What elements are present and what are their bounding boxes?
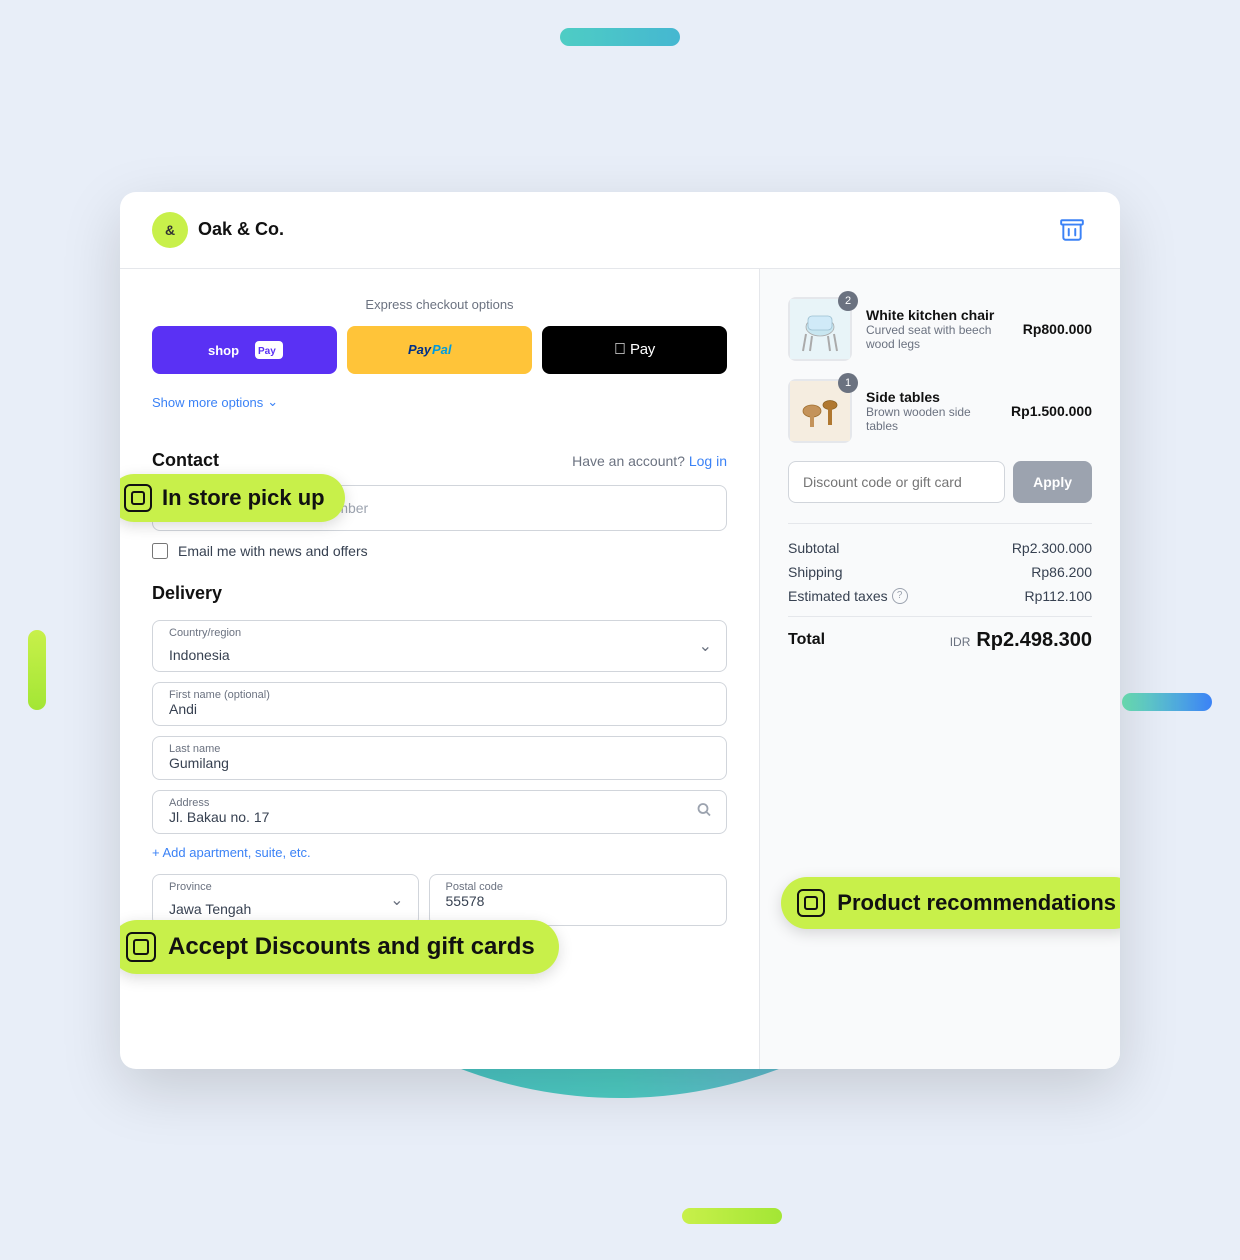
taxes-value: Rp112.100 — [1025, 588, 1092, 604]
logo-area: & Oak & Co. — [152, 212, 284, 248]
log-in-link[interactable]: Log in — [689, 453, 727, 469]
first-name-label: First name (optional) — [169, 689, 710, 701]
item-image-wrapper-1: 2 — [788, 297, 852, 361]
last-name-input[interactable] — [169, 755, 710, 771]
cart-icon[interactable] — [1056, 214, 1088, 246]
shipping-row: Shipping Rp86.200 — [788, 564, 1092, 580]
address-field[interactable]: Address — [152, 790, 727, 834]
order-item-2: 1 Side tables Brown wooden side tables R… — [788, 379, 1092, 443]
express-buttons: shop Pay Pay Pal  Pay — [152, 326, 727, 374]
first-name-input[interactable] — [169, 701, 710, 717]
postal-input[interactable] — [446, 893, 711, 909]
shop-pay-button[interactable]: shop Pay — [152, 326, 337, 374]
deco-bar-top — [560, 28, 680, 46]
chevron-down-icon: ⌄ — [699, 636, 712, 656]
item-details-2: Side tables Brown wooden side tables — [866, 389, 997, 433]
svg-text:Pal: Pal — [432, 342, 452, 357]
taxes-label: Estimated taxes ? — [788, 588, 908, 604]
logo-text: Oak & Co. — [198, 219, 284, 240]
item-quantity-badge-2: 1 — [838, 373, 858, 393]
svg-text:Pay: Pay — [258, 346, 276, 357]
total-amount: Rp2.498.300 — [976, 629, 1092, 652]
email-news-label: Email me with news and offers — [178, 543, 368, 559]
delivery-title: Delivery — [152, 583, 727, 604]
checkout-page: & Oak & Co. Express checkout options sho… — [120, 192, 1120, 1069]
contact-header: Contact Have an account? Log in — [152, 450, 727, 471]
have-account-text: Have an account? Log in — [572, 453, 727, 469]
total-label: Total — [788, 631, 825, 649]
postal-field[interactable]: Postal code — [429, 874, 728, 926]
item-name-1: White kitchen chair — [866, 307, 1009, 323]
apple-pay-button[interactable]:  Pay — [542, 326, 727, 374]
contact-title: Contact — [152, 450, 219, 471]
shipping-value: Rp86.200 — [1031, 564, 1092, 580]
email-news-row: Email me with news and offers — [152, 543, 727, 559]
in-store-label: In store pick up — [162, 485, 325, 511]
province-select[interactable]: Province Jawa Tengah ⌄ — [152, 874, 419, 926]
deco-bar-left — [28, 630, 46, 710]
province-label: Province — [169, 881, 212, 893]
product-rec-label: Product recommendations — [837, 890, 1116, 916]
postal-label: Postal code — [446, 881, 711, 893]
chevron-down-icon: ⌄ — [390, 890, 403, 910]
shipping-label: Shipping — [788, 564, 843, 580]
add-apartment-link[interactable]: + Add apartment, suite, etc. — [152, 845, 311, 860]
paypal-button[interactable]: Pay Pal — [347, 326, 532, 374]
last-name-label: Last name — [169, 743, 710, 755]
search-icon — [696, 802, 712, 823]
total-currency: IDR — [950, 635, 971, 649]
main-layout: Express checkout options shop Pay Pay Pa… — [120, 269, 1120, 1069]
discount-row: Apply — [788, 461, 1092, 503]
left-panel: Express checkout options shop Pay Pay Pa… — [120, 269, 760, 1069]
discount-input[interactable] — [788, 461, 1005, 503]
delivery-section: Delivery Country/region Indonesia ⌄ Firs… — [152, 583, 727, 967]
logo-icon: & — [152, 212, 188, 248]
in-store-pickup-badge[interactable]: In store pick up — [120, 474, 345, 522]
total-value-group: IDR Rp2.498.300 — [950, 629, 1092, 652]
item-price-1: Rp800.000 — [1023, 321, 1092, 337]
item-details-1: White kitchen chair Curved seat with bee… — [866, 307, 1009, 351]
svg-text:Pay: Pay — [408, 342, 432, 357]
item-price-2: Rp1.500.000 — [1011, 403, 1092, 419]
subtotal-row: Subtotal Rp2.300.000 — [788, 540, 1092, 556]
express-checkout-label: Express checkout options — [152, 297, 727, 312]
address-label: Address — [169, 797, 710, 809]
chevron-down-icon: ⌄ — [267, 394, 278, 410]
divider — [788, 523, 1092, 524]
show-more-options[interactable]: Show more options ⌄ — [152, 394, 278, 410]
item-desc-2: Brown wooden side tables — [866, 405, 997, 433]
right-panel: 2 White kitchen chair Curved seat with b… — [760, 269, 1120, 1069]
subtotal-value: Rp2.300.000 — [1012, 540, 1092, 556]
email-news-checkbox[interactable] — [152, 543, 168, 559]
subtotal-label: Subtotal — [788, 540, 839, 556]
header: & Oak & Co. — [120, 192, 1120, 269]
accept-discounts-icon — [126, 932, 156, 962]
item-name-2: Side tables — [866, 389, 997, 405]
taxes-row: Estimated taxes ? Rp112.100 — [788, 588, 1092, 604]
in-store-icon — [124, 484, 152, 512]
last-name-field[interactable]: Last name — [152, 736, 727, 780]
address-input[interactable] — [169, 809, 710, 825]
country-label: Country/region — [169, 627, 241, 639]
info-icon: ? — [892, 588, 908, 604]
product-recommendations-badge[interactable]: Product recommendations — [781, 877, 1120, 929]
apply-button[interactable]: Apply — [1013, 461, 1092, 503]
deco-bar-right — [1122, 693, 1212, 711]
accept-discounts-badge[interactable]: Accept Discounts and gift cards — [120, 920, 559, 974]
item-quantity-badge-1: 2 — [838, 291, 858, 311]
item-image-wrapper-2: 1 — [788, 379, 852, 443]
first-name-field[interactable]: First name (optional) — [152, 682, 727, 726]
order-item-1: 2 White kitchen chair Curved seat with b… — [788, 297, 1092, 361]
accept-discounts-label: Accept Discounts and gift cards — [168, 933, 535, 961]
country-value: Indonesia — [169, 647, 230, 663]
country-select[interactable]: Country/region Indonesia ⌄ — [152, 620, 727, 672]
svg-text:shop: shop — [208, 343, 239, 358]
item-desc-1: Curved seat with beech wood legs — [866, 323, 1009, 351]
product-rec-icon — [797, 889, 825, 917]
province-value: Jawa Tengah — [169, 901, 251, 917]
total-row: Total IDR Rp2.498.300 — [788, 616, 1092, 652]
deco-bar-bottom — [682, 1208, 782, 1224]
